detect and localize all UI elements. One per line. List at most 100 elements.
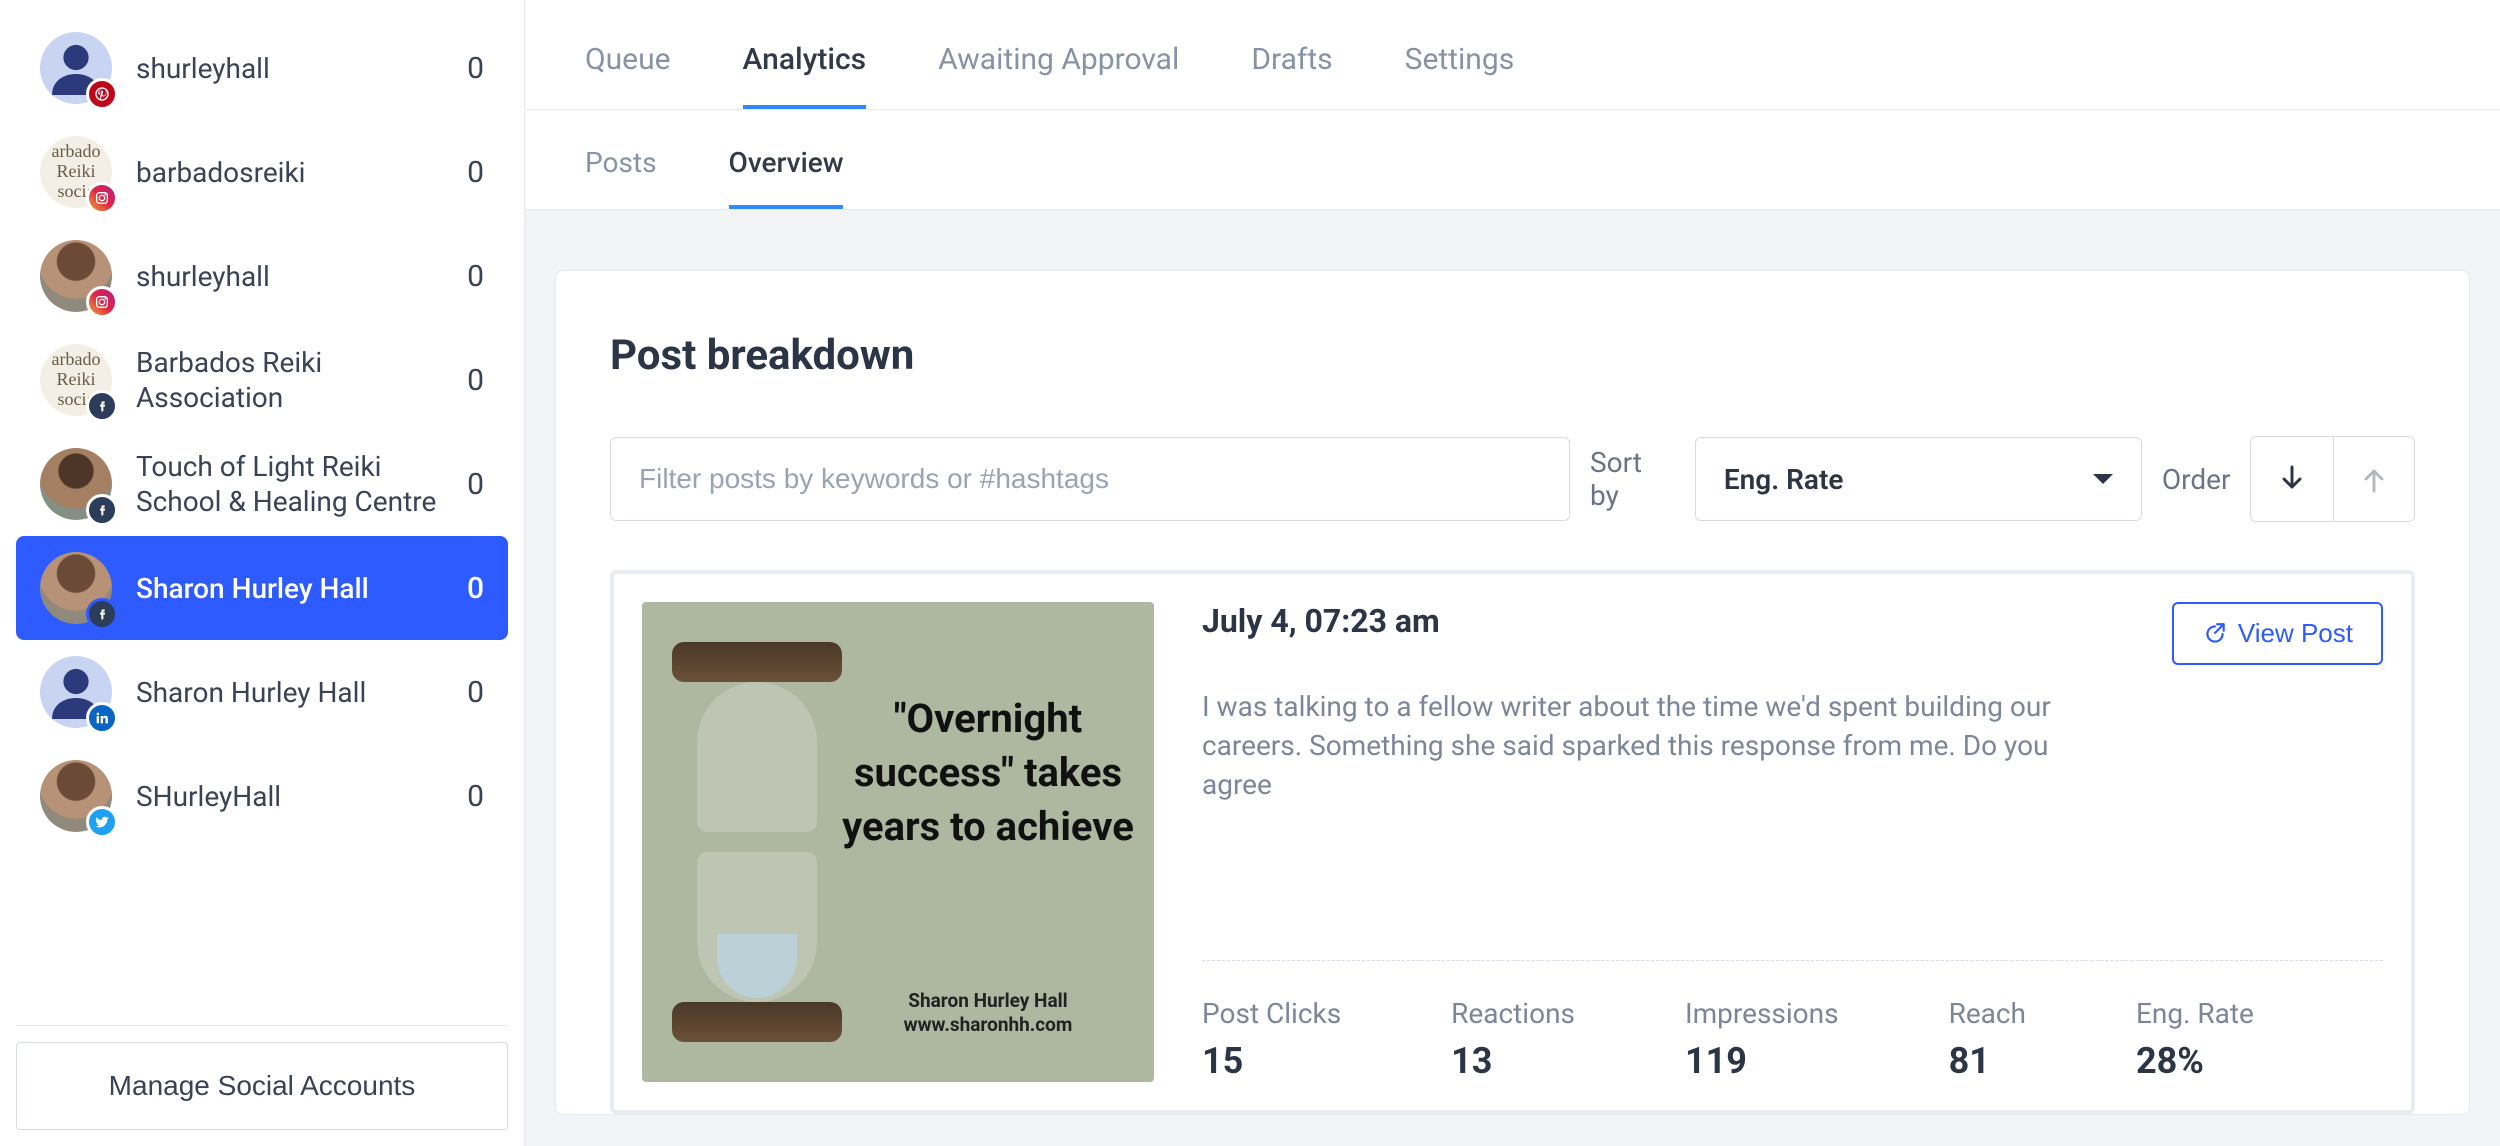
account-label: Sharon Hurley Hall: [136, 571, 443, 606]
account-label: shurleyhall: [136, 259, 443, 294]
view-post-button[interactable]: View Post: [2172, 602, 2383, 665]
thumbnail-attrib-url: www.sharonhh.com: [842, 1013, 1134, 1038]
account-count: 0: [467, 779, 484, 814]
post-header: July 4, 07:23 am View Post: [1202, 602, 2383, 665]
post-body: July 4, 07:23 am View Post I was talki: [1202, 602, 2383, 1082]
facebook-badge-icon: [86, 598, 118, 630]
metric-value: 28%: [2136, 1040, 2254, 1082]
order-toggle-group: [2250, 436, 2415, 522]
sidebar-account-item[interactable]: SHurleyHall 0: [16, 744, 508, 848]
avatar-wrap: [40, 552, 112, 624]
filter-input[interactable]: [610, 437, 1570, 521]
post-breakdown-panel: Post breakdown Sort by Eng. Rate Order: [555, 270, 2470, 1115]
account-label: barbadosreiki: [136, 155, 443, 190]
metric-label: Reach: [1949, 997, 2026, 1030]
account-count: 0: [467, 155, 484, 190]
hourglass-illustration: [672, 642, 842, 1042]
manage-social-accounts-label: Manage Social Accounts: [109, 1070, 416, 1102]
sidebar-account-item[interactable]: arbadoReikisocia Barbados Reiki Associat…: [16, 328, 508, 432]
account-count: 0: [467, 675, 484, 710]
post-thumbnail: "Overnight success" takes years to achie…: [642, 602, 1154, 1082]
metric: Reach 81: [1949, 997, 2026, 1082]
view-post-label: View Post: [2238, 618, 2353, 649]
sidebar-account-item[interactable]: Sharon Hurley Hall 0: [16, 536, 508, 640]
account-label: SHurleyHall: [136, 779, 443, 814]
sort-select[interactable]: Eng. Rate: [1695, 437, 2142, 521]
post-text: I was talking to a fellow writer about t…: [1202, 687, 2122, 805]
metric-value: 13: [1451, 1040, 1575, 1082]
instagram-badge-icon: [86, 286, 118, 318]
metric-value: 119: [1685, 1040, 1839, 1082]
panel-title: Post breakdown: [610, 331, 2415, 380]
thumbnail-quote: "Overnight success" takes years to achie…: [842, 692, 1134, 854]
linkedin-badge-icon: [86, 702, 118, 734]
secondary-tab[interactable]: Posts: [585, 146, 657, 209]
avatar-wrap: [40, 760, 112, 832]
metric-value: 15: [1202, 1040, 1341, 1082]
metric-label: Impressions: [1685, 997, 1839, 1030]
content-area: Post breakdown Sort by Eng. Rate Order: [525, 210, 2500, 1146]
manage-social-accounts-button[interactable]: Manage Social Accounts: [16, 1042, 508, 1130]
account-count: 0: [467, 571, 484, 606]
pinterest-badge-icon: [86, 78, 118, 110]
facebook-badge-icon: [86, 494, 118, 526]
arrow-down-icon: [2276, 463, 2308, 495]
account-count: 0: [467, 51, 484, 86]
thumbnail-attrib-name: Sharon Hurley Hall: [842, 989, 1134, 1014]
main: Queue Analytics Awaiting Approval Drafts Set…: [525, 0, 2500, 1146]
metric: Reactions 13: [1451, 997, 1575, 1082]
metric-value: 81: [1949, 1040, 2026, 1082]
post-date: July 4, 07:23 am: [1202, 602, 1440, 640]
metric-label: Post Clicks: [1202, 997, 1341, 1030]
account-list: shurleyhall 0 arbadoReikisocia barbadosr…: [0, 16, 524, 1009]
chevron-down-icon: [2093, 474, 2113, 484]
sidebar-account-item[interactable]: Touch of Light Reiki School & Healing Ce…: [16, 432, 508, 536]
tabs-secondary: Posts Overview: [525, 110, 2500, 210]
primary-tab[interactable]: Queue: [585, 42, 671, 109]
sort-select-value: Eng. Rate: [1724, 463, 1844, 496]
avatar-wrap: arbadoReikisocia: [40, 344, 112, 416]
avatar-wrap: [40, 32, 112, 104]
avatar-wrap: arbadoReikisocia: [40, 136, 112, 208]
tabs-primary: Queue Analytics Awaiting Approval Drafts Set…: [525, 0, 2500, 110]
account-label: Barbados Reiki Association: [136, 345, 443, 415]
primary-tab[interactable]: Awaiting Approval: [938, 42, 1179, 109]
instagram-badge-icon: [86, 182, 118, 214]
sidebar-account-item[interactable]: shurleyhall 0: [16, 16, 508, 120]
primary-tab[interactable]: Drafts: [1251, 42, 1332, 109]
metric: Eng. Rate 28%: [2136, 997, 2254, 1082]
thumbnail-attribution: Sharon Hurley Hall www.sharonhh.com: [842, 989, 1134, 1038]
account-label: Sharon Hurley Hall: [136, 675, 443, 710]
external-link-icon: [2202, 621, 2228, 647]
sidebar: shurleyhall 0 arbadoReikisocia barbadosr…: [0, 0, 525, 1146]
metrics-row: Post Clicks 15 Reactions 13 Impressions …: [1202, 960, 2383, 1082]
secondary-tab[interactable]: Overview: [729, 146, 844, 209]
sidebar-account-item[interactable]: shurleyhall 0: [16, 224, 508, 328]
account-count: 0: [467, 259, 484, 294]
arrow-up-icon: [2358, 463, 2390, 495]
app-root: shurleyhall 0 arbadoReikisocia barbadosr…: [0, 0, 2500, 1146]
avatar-wrap: [40, 240, 112, 312]
account-label: Touch of Light Reiki School & Healing Ce…: [136, 449, 443, 519]
primary-tab[interactable]: Settings: [1405, 42, 1515, 109]
post-card: "Overnight success" takes years to achie…: [610, 570, 2415, 1114]
account-label: shurleyhall: [136, 51, 443, 86]
avatar-wrap: [40, 448, 112, 520]
sidebar-account-item[interactable]: arbadoReikisocia barbadosreiki 0: [16, 120, 508, 224]
metric: Post Clicks 15: [1202, 997, 1341, 1082]
avatar-wrap: [40, 656, 112, 728]
metric: Impressions 119: [1685, 997, 1839, 1082]
filter-row: Sort by Eng. Rate Order: [610, 436, 2415, 522]
sidebar-account-item[interactable]: Sharon Hurley Hall 0: [16, 640, 508, 744]
primary-tab[interactable]: Analytics: [743, 42, 867, 109]
metric-label: Eng. Rate: [2136, 997, 2254, 1030]
order-asc-button[interactable]: [2333, 437, 2414, 521]
account-count: 0: [467, 467, 484, 502]
order-desc-button[interactable]: [2251, 437, 2332, 521]
sidebar-divider: [16, 1025, 508, 1026]
facebook-badge-icon: [86, 390, 118, 422]
sort-by-label: Sort by: [1590, 446, 1675, 512]
twitter-badge-icon: [86, 806, 118, 838]
order-label: Order: [2162, 463, 2231, 496]
account-count: 0: [467, 363, 484, 398]
